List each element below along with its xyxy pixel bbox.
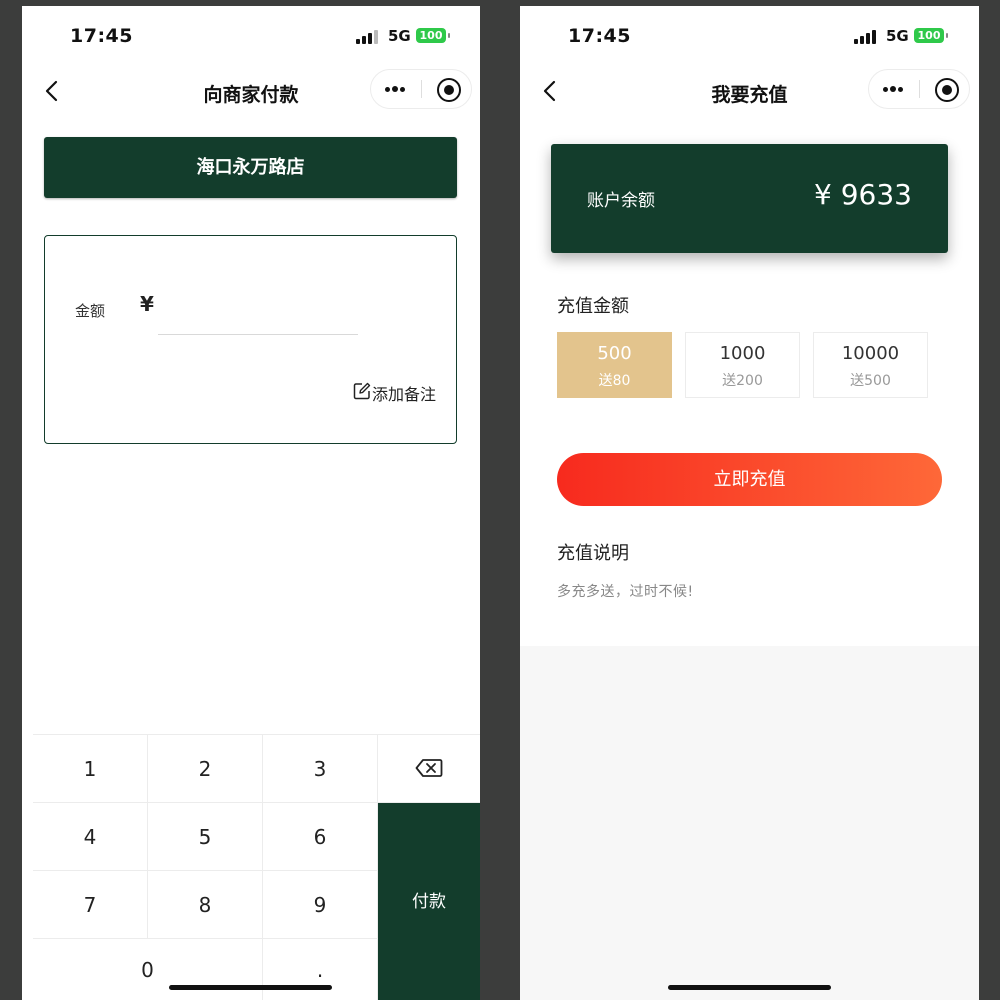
balance-card: 账户余额 ¥ 9633: [551, 144, 948, 253]
home-indicator: [169, 985, 332, 990]
currency-symbol: ¥: [140, 292, 154, 316]
key-8[interactable]: 8: [148, 871, 263, 939]
signal-icon: [854, 30, 876, 44]
status-bar: 17:45 5G 100: [22, 6, 480, 66]
amount-label: 金额: [75, 302, 106, 320]
pay-button[interactable]: 付款: [378, 803, 480, 1000]
nav-bar: 向商家付款: [22, 66, 480, 118]
battery-icon: 100: [416, 28, 450, 43]
key-9[interactable]: 9: [263, 871, 378, 939]
option-bonus: 送80: [598, 373, 631, 389]
option-amount: 10000: [841, 343, 900, 364]
add-note-label: 添加备注: [372, 385, 437, 404]
key-7[interactable]: 7: [33, 871, 148, 939]
capsule-divider: [421, 80, 422, 98]
recharge-option-10000[interactable]: 10000 送500: [813, 332, 928, 398]
option-bonus: 送200: [722, 373, 763, 389]
more-icon[interactable]: [371, 70, 421, 108]
close-mini-program-icon[interactable]: [935, 78, 959, 102]
key-3[interactable]: 3: [263, 735, 378, 803]
amount-card: 金额 ¥ 添加备注: [44, 235, 457, 444]
recharge-screen: 17:45 5G 100 我要充值 账户余额 ¥ 9633 充值金额 500 送…: [520, 6, 979, 1000]
option-amount: 500: [597, 343, 632, 364]
store-name-banner: 海口永万路店: [44, 137, 457, 198]
mini-program-capsule: [370, 69, 472, 109]
recharge-option-500[interactable]: 500 送80: [557, 332, 672, 398]
recharge-now-button[interactable]: 立即充值: [557, 453, 942, 506]
key-4[interactable]: 4: [33, 803, 148, 871]
key-dot[interactable]: .: [263, 939, 378, 1000]
close-mini-program-icon[interactable]: [437, 78, 461, 102]
balance-value: ¥ 9633: [814, 178, 912, 211]
key-delete[interactable]: [378, 735, 480, 803]
option-bonus: 送500: [850, 373, 891, 389]
nav-bar: 我要充值: [520, 66, 979, 118]
mini-program-capsule: [868, 69, 970, 109]
numeric-keypad: 1 2 3 4 5 6 7 8 9 0 . 付款: [33, 734, 480, 1000]
battery-icon: 100: [914, 28, 948, 43]
edit-icon: [353, 382, 371, 400]
key-5[interactable]: 5: [148, 803, 263, 871]
capsule-divider: [919, 80, 920, 98]
backspace-icon: [415, 759, 443, 777]
key-2[interactable]: 2: [148, 735, 263, 803]
recharge-amount-title: 充值金额: [557, 296, 629, 317]
network-label: 5G: [388, 27, 411, 45]
network-label: 5G: [886, 27, 909, 45]
recharge-description-text: 多充多送，过时不候!: [557, 584, 694, 600]
more-icon[interactable]: [869, 70, 919, 108]
option-amount: 1000: [719, 343, 766, 364]
key-0[interactable]: 0: [33, 939, 263, 1000]
amount-input[interactable]: [158, 298, 358, 335]
key-1[interactable]: 1: [33, 735, 148, 803]
status-time: 17:45: [70, 25, 133, 47]
recharge-description-title: 充值说明: [557, 543, 629, 564]
key-6[interactable]: 6: [263, 803, 378, 871]
recharge-option-1000[interactable]: 1000 送200: [685, 332, 800, 398]
pay-merchant-screen: 17:45 5G 100 向商家付款 海口永万路店 金额 ¥ 添加备注 1 2 …: [22, 6, 480, 1000]
balance-label: 账户余额: [587, 191, 655, 211]
signal-icon: [356, 30, 378, 44]
status-time: 17:45: [568, 25, 631, 47]
home-indicator: [668, 985, 831, 990]
status-bar: 17:45 5G 100: [520, 6, 979, 66]
